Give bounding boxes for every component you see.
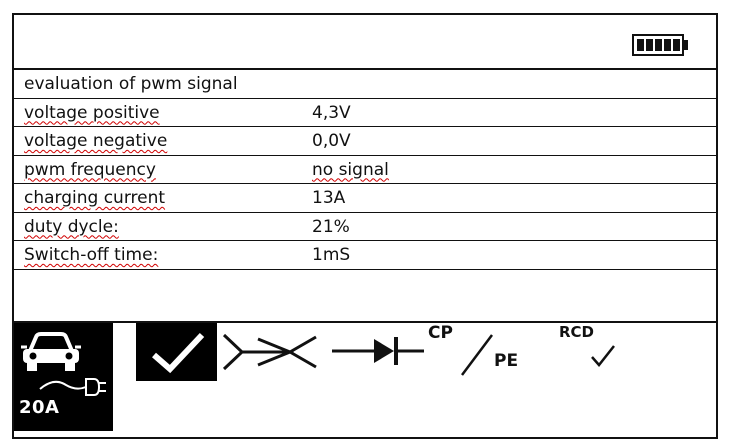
row-charging-current: charging current 13A	[14, 184, 716, 213]
rcd-label: RCD	[559, 323, 595, 341]
short-circuit-icon	[222, 333, 317, 371]
row-value: 0,0V	[312, 131, 351, 151]
row-label: Switch-off time:	[24, 245, 159, 265]
row-label: voltage positive	[24, 102, 160, 123]
checkmark-icon	[152, 332, 205, 374]
pe-label: PE	[494, 351, 519, 371]
row-switch-off-time: Switch-off time: 1mS	[14, 241, 716, 270]
row-pwm-frequency: pwm frequency no signal	[14, 156, 716, 184]
plug-icon	[39, 378, 106, 396]
row-label: evaluation of pwm signal	[24, 74, 238, 94]
row-title: evaluation of pwm signal	[14, 70, 716, 99]
row-label: voltage negative	[24, 131, 168, 151]
battery-full-icon	[632, 34, 688, 56]
row-value: no signal	[312, 159, 389, 180]
ev-current-value: 20A	[19, 397, 60, 418]
row-value: 1mS	[312, 245, 351, 265]
diode-icon	[332, 337, 424, 365]
row-duty-cycle: duty dycle: 21%	[14, 213, 716, 241]
row-voltage-negative: voltage negative 0,0V	[14, 127, 716, 156]
row-value: 21%	[312, 216, 350, 237]
measurement-list: evaluation of pwm signal voltage positiv…	[14, 70, 716, 270]
row-label: pwm frequency	[24, 159, 156, 180]
pass-indicator	[136, 323, 217, 381]
row-value: 4,3V	[312, 102, 351, 123]
cp-label: CP	[428, 323, 453, 343]
row-label: charging current	[24, 188, 166, 208]
status-icon-bar: 20A CP PE RCD	[14, 321, 716, 431]
device-screen: evaluation of pwm signal voltage positiv…	[12, 13, 718, 439]
row-value: 13A	[312, 188, 346, 208]
slash-icon	[461, 334, 493, 376]
ev-status-tile: 20A	[14, 323, 113, 431]
row-voltage-positive: voltage positive 4,3V	[14, 99, 716, 127]
small-check-icon	[591, 345, 615, 367]
header-bar	[14, 15, 716, 70]
car-icon	[21, 332, 81, 371]
row-label: duty dycle:	[24, 216, 119, 237]
